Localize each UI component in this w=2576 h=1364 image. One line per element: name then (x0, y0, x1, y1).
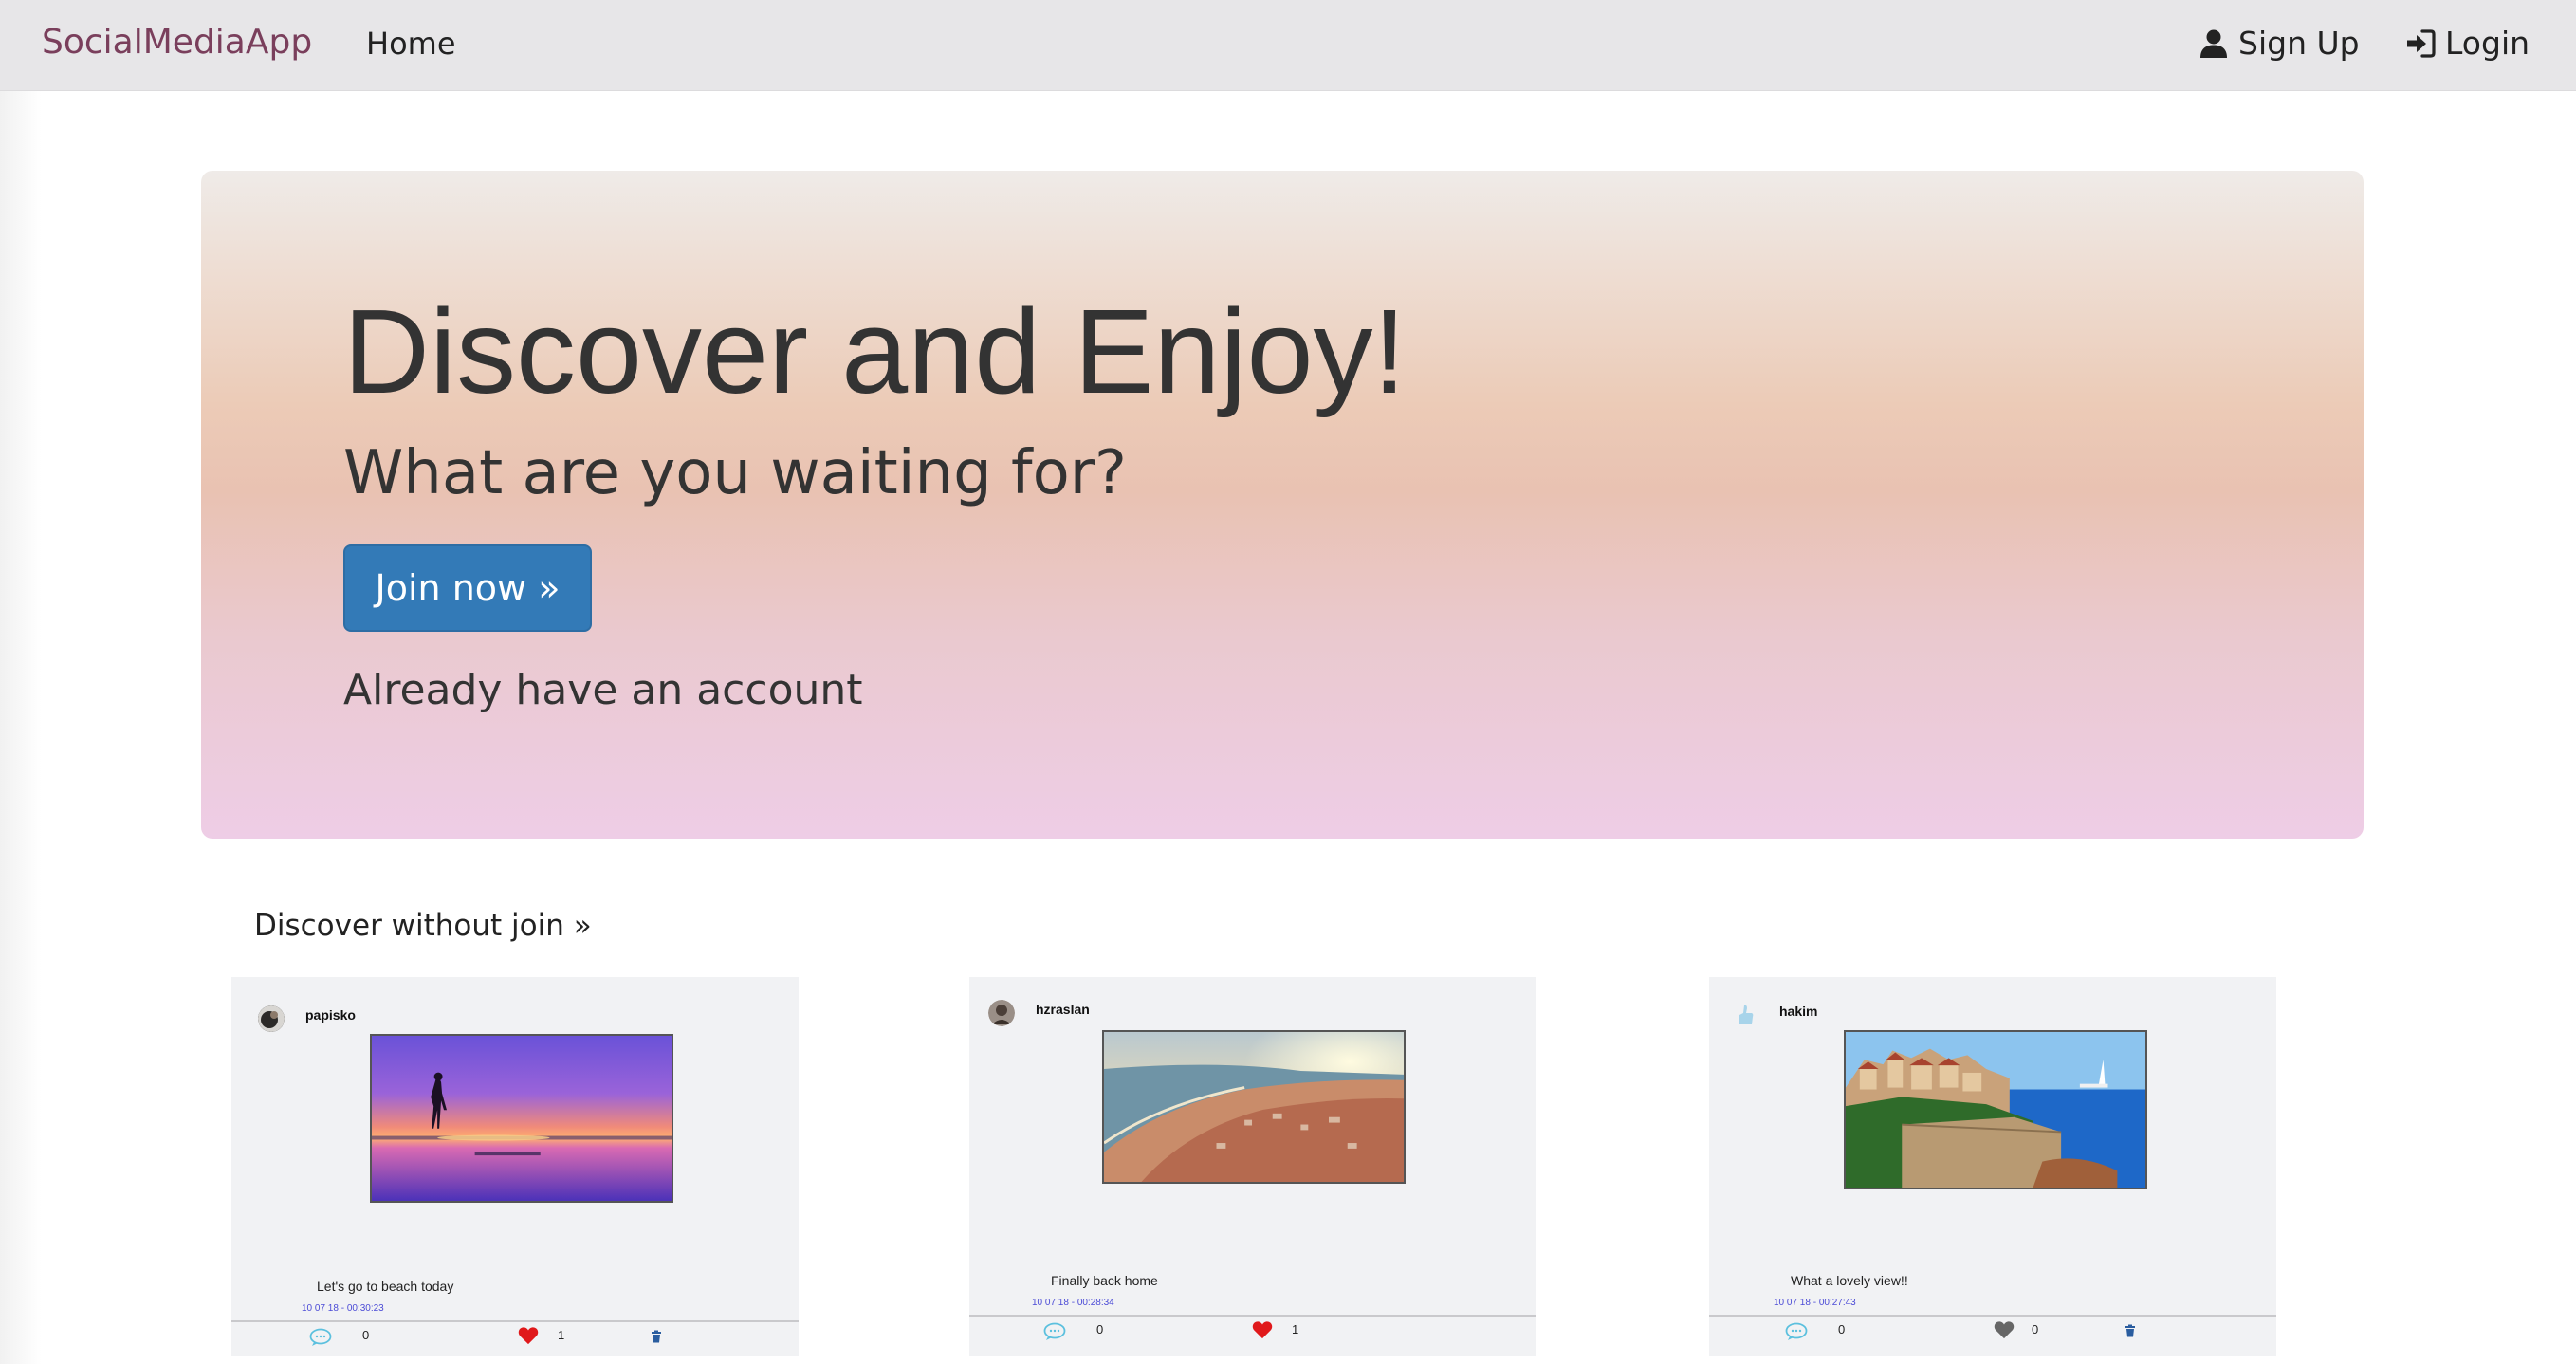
page-left-shade (0, 91, 42, 1364)
join-now-button[interactable]: Join now » (343, 544, 592, 632)
post-image[interactable] (1102, 1030, 1406, 1184)
post-image[interactable] (1844, 1030, 2147, 1189)
post-divider (969, 1315, 1536, 1317)
post-divider (231, 1320, 799, 1322)
post-username[interactable]: hakim (1779, 1004, 1817, 1019)
post-caption: Let's go to beach today (317, 1279, 454, 1294)
user-avatar[interactable] (1732, 1002, 1758, 1028)
heart-icon[interactable] (1994, 1320, 2015, 1339)
post-card: hakim What a lovely view!! 10 07 18 - 00… (1709, 977, 2276, 1356)
nav-signup-label: Sign Up (2238, 25, 2360, 62)
trash-icon[interactable] (651, 1330, 662, 1343)
post-divider (1709, 1315, 2276, 1317)
nav-login-link[interactable]: Login (2405, 25, 2530, 62)
like-count: 1 (1292, 1322, 1299, 1336)
post-card: papisko Let's go to beach today 10 07 18 (231, 977, 799, 1356)
like-count: 1 (558, 1328, 565, 1342)
post-username[interactable]: hzraslan (1036, 1002, 1090, 1017)
top-navbar: SocialMediaApp Home Sign Up Login (0, 0, 2576, 91)
comment-count: 0 (362, 1328, 370, 1342)
post-image[interactable] (370, 1034, 673, 1203)
hero-title: Discover and Enjoy! (343, 285, 1407, 418)
trash-icon[interactable] (2125, 1324, 2136, 1337)
already-have-account-link[interactable]: Already have an account (343, 666, 863, 714)
post-timestamp: 10 07 18 - 00:30:23 (302, 1303, 384, 1314)
comment-count: 0 (1838, 1322, 1846, 1336)
post-caption: Finally back home (1051, 1273, 1158, 1288)
comment-icon[interactable] (1043, 1322, 1066, 1341)
user-avatar[interactable] (988, 1000, 1015, 1026)
like-count: 0 (2032, 1322, 2039, 1336)
nav-home-link[interactable]: Home (366, 26, 456, 62)
comment-icon[interactable] (309, 1328, 332, 1347)
hero-subtitle: What are you waiting for? (343, 438, 1127, 508)
heart-icon[interactable] (518, 1326, 539, 1345)
nav-login-label: Login (2445, 25, 2530, 62)
comment-icon[interactable] (1785, 1322, 1808, 1341)
hero-jumbotron: Discover and Enjoy! What are you waiting… (201, 171, 2364, 839)
post-timestamp: 10 07 18 - 00:27:43 (1774, 1298, 1856, 1308)
nav-signup-link[interactable]: Sign Up (2199, 25, 2360, 62)
comment-count: 0 (1096, 1322, 1104, 1336)
user-icon (2200, 29, 2227, 58)
user-avatar[interactable] (258, 1005, 285, 1032)
heart-icon[interactable] (1252, 1320, 1273, 1339)
post-caption: What a lovely view!! (1791, 1273, 1908, 1288)
post-timestamp: 10 07 18 - 00:28:34 (1032, 1298, 1114, 1308)
brand-logo-link[interactable]: SocialMediaApp (42, 23, 312, 62)
discover-without-join-link[interactable]: Discover without join » (254, 909, 592, 943)
post-card: hzraslan Finally back home 10 07 18 - 00… (969, 977, 1536, 1356)
login-icon (2407, 28, 2436, 58)
post-username[interactable]: papisko (305, 1007, 356, 1023)
